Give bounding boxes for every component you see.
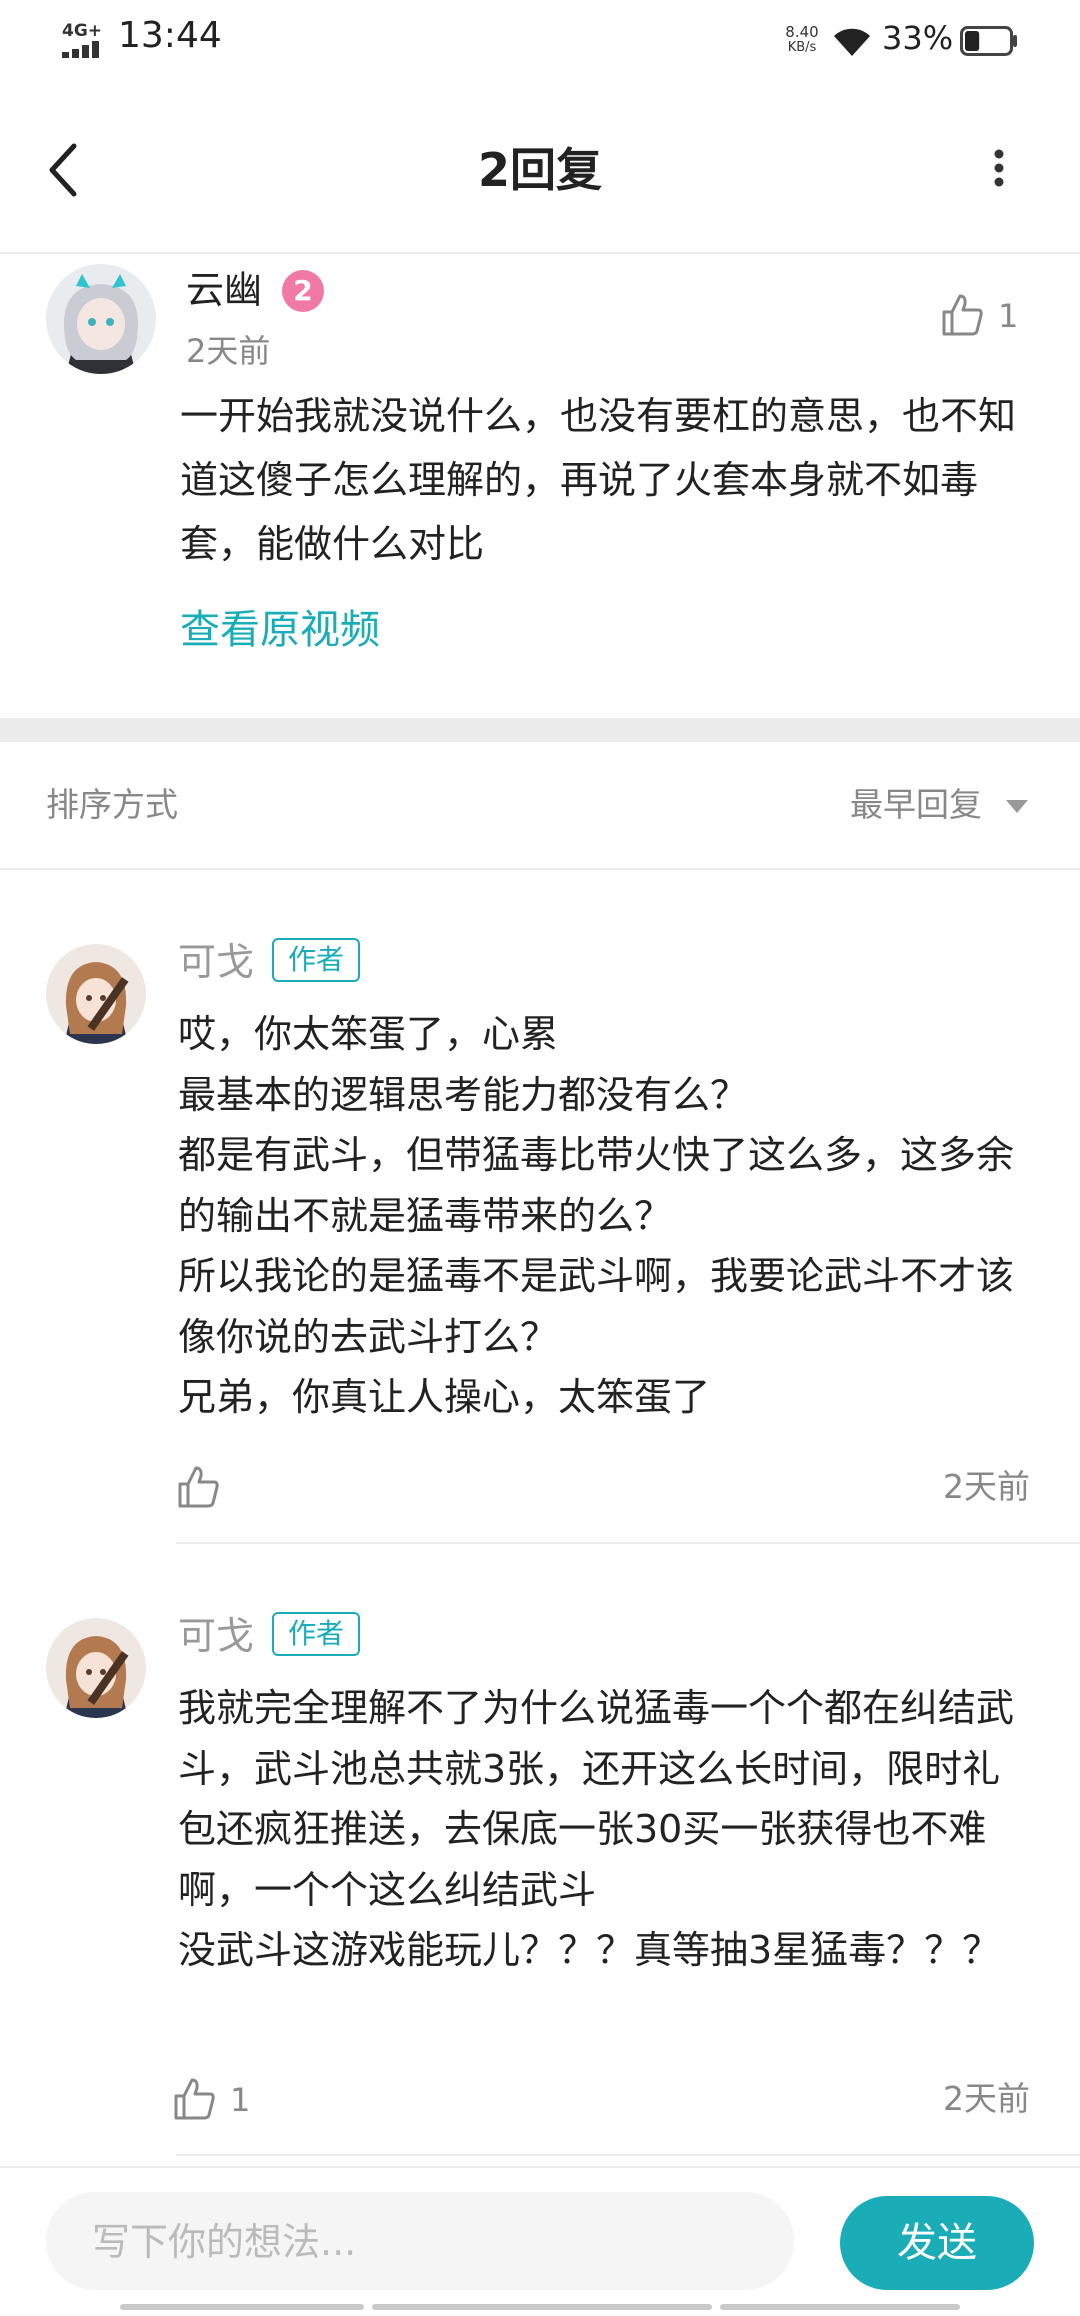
comment-time: 2天前: [186, 332, 271, 370]
author-tag: 作者: [272, 938, 360, 982]
reply-time: 2天前: [943, 2079, 1030, 2118]
nav-gesture-bar: [720, 2304, 960, 2310]
clock: 13:44: [118, 15, 222, 56]
sort-dropdown[interactable]: 最早回复: [850, 780, 982, 830]
caret-down-icon[interactable]: [1006, 800, 1028, 814]
speed-value: 8.40: [785, 23, 819, 41]
thumbs-up-icon[interactable]: [172, 2076, 216, 2122]
network-type: 4G+: [62, 21, 103, 41]
nav-gesture-bar: [372, 2304, 712, 2310]
section-separator: [0, 718, 1080, 742]
thumbs-up-icon[interactable]: [176, 1464, 220, 1510]
like-count: 1: [998, 297, 1019, 335]
reply-author-name[interactable]: 可戈: [178, 934, 254, 990]
reply-author-name[interactable]: 可戈: [178, 1608, 254, 1664]
level-badge: 2: [282, 270, 324, 312]
reply-content: 我就完全理解不了为什么说猛毒一个个都在纠结武斗，武斗池总共就3张，还开这么长时间…: [178, 1686, 1015, 1972]
more-vertical-icon[interactable]: [984, 148, 1014, 188]
comment-author-name[interactable]: 云幽: [186, 262, 262, 318]
battery-percent: 33%: [882, 19, 954, 57]
avatar-image: [46, 944, 146, 1044]
page-title: 2回复: [477, 143, 602, 197]
reply-time: 2天前: [943, 1467, 1030, 1506]
nav-gesture-bar: [120, 2304, 364, 2310]
avatar-image: [46, 1618, 146, 1718]
view-original-video-link[interactable]: 查看原视频: [180, 598, 380, 662]
thumbs-up-icon[interactable]: [940, 292, 984, 338]
speed-unit: KB/s: [787, 40, 817, 55]
reply-divider: [176, 2154, 1080, 2156]
wifi-icon: [834, 28, 870, 56]
signal-icon: [62, 41, 99, 58]
header-divider: [0, 252, 1080, 254]
like-count: 1: [230, 2081, 251, 2119]
avatar[interactable]: [46, 944, 146, 1044]
battery-icon: [960, 26, 1017, 56]
network-speed: 8.40 KB/s: [778, 24, 826, 56]
avatar-image: [46, 264, 156, 374]
avatar[interactable]: [46, 1618, 146, 1718]
status-bar: 4G+ 13:44 8.40 KB/s 33%: [0, 0, 1080, 84]
sort-divider: [0, 868, 1080, 870]
sort-label: 排序方式: [46, 785, 178, 824]
send-button[interactable]: 发送: [840, 2196, 1034, 2290]
comment-content: 一开始我就没说什么，也没有要杠的意思，也不知道这傻子怎么理解的，再说了火套本身就…: [180, 394, 1017, 566]
author-tag: 作者: [272, 1612, 360, 1656]
avatar[interactable]: [46, 264, 156, 374]
comment-input-placeholder[interactable]: 写下你的想法...: [92, 2214, 356, 2270]
reply-divider: [176, 1542, 1080, 1544]
reply-content: 哎，你太笨蛋了，心累 最基本的逻辑思考能力都没有么？ 都是有武斗，但带猛毒比带火…: [178, 1012, 1015, 1419]
bottom-bar-divider: [0, 2166, 1080, 2168]
